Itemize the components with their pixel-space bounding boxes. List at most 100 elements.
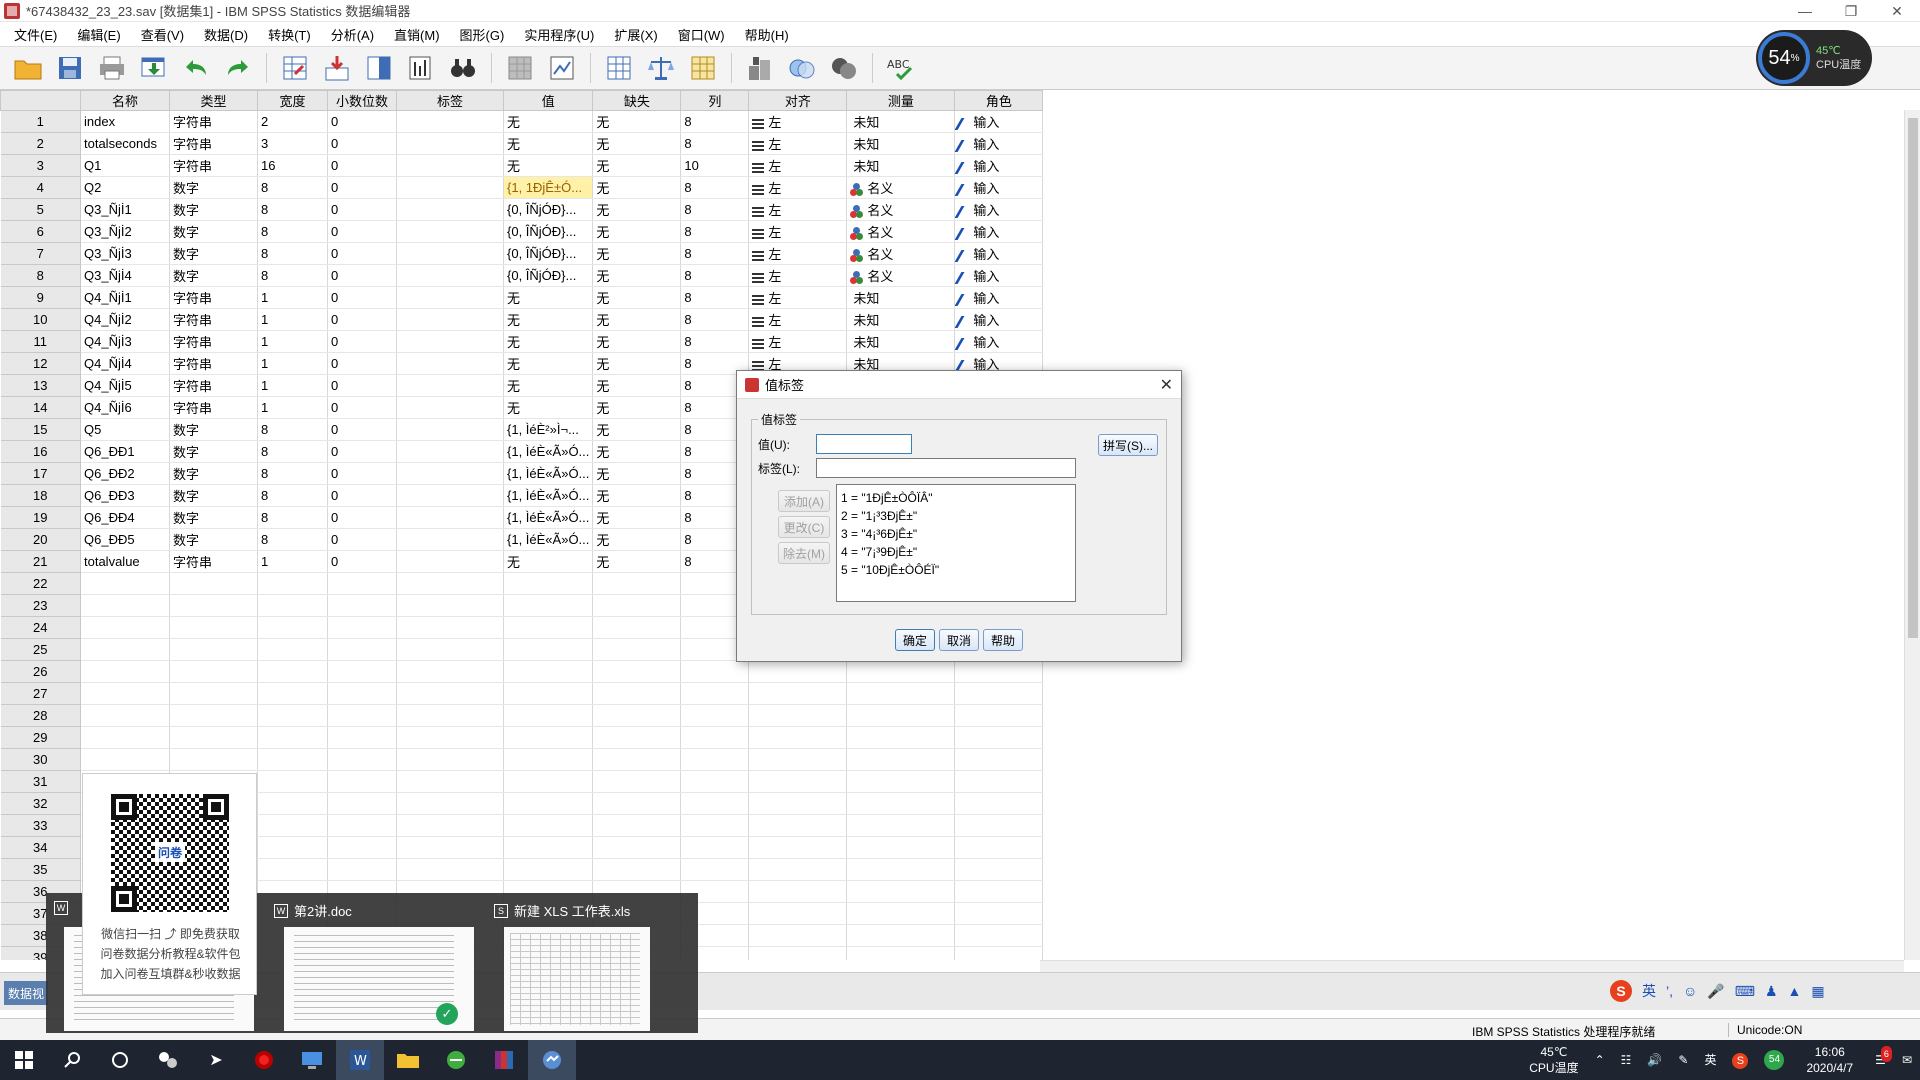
cell-decimals[interactable]: 0 [327, 396, 397, 419]
cell-align[interactable] [748, 858, 848, 881]
cell-name[interactable] [80, 748, 170, 771]
find-icon[interactable] [445, 50, 481, 86]
cell-role[interactable]: 输入 [954, 264, 1044, 287]
cell-role[interactable]: 输入 [954, 110, 1044, 133]
cell-label[interactable] [396, 264, 504, 287]
cell-label[interactable] [396, 308, 504, 331]
cell-measure[interactable] [846, 902, 956, 925]
cell-missing[interactable] [592, 726, 682, 749]
cell-label[interactable] [396, 572, 504, 595]
cell-missing[interactable] [592, 638, 682, 661]
cell-type[interactable]: 数字 [169, 198, 258, 221]
column-header-name[interactable]: 名称 [80, 90, 170, 111]
table-row[interactable]: 1 index 字符串 2 0 无无 8 左未知 输入 [0, 110, 1044, 133]
cell-label[interactable] [396, 660, 504, 683]
cell-columns[interactable]: 8 [680, 264, 750, 287]
cell-missing[interactable] [592, 704, 682, 727]
cell-align[interactable]: 左 [748, 330, 848, 353]
cell-measure[interactable]: 名义 [846, 242, 956, 265]
cell-values[interactable]: 无 [503, 308, 594, 331]
cell-name[interactable]: Q4_Ñjİ4 [80, 352, 170, 375]
value-label-list[interactable]: 1 = "1ÐjÊ±ÒÔÏÂ" 2 = "1¡³3ÐjÊ±" 3 = "4¡³6… [836, 484, 1076, 602]
cell-role[interactable] [954, 748, 1044, 771]
cell-decimals[interactable]: 0 [327, 484, 397, 507]
cell-align[interactable] [748, 902, 848, 925]
cell-type[interactable]: 数字 [169, 528, 258, 551]
print-icon[interactable] [94, 50, 130, 86]
cell-label[interactable] [396, 286, 504, 309]
cell-width[interactable]: 16 [257, 154, 328, 177]
column-header-width[interactable]: 宽度 [257, 90, 328, 111]
goto-case-icon[interactable] [277, 50, 313, 86]
cell-values[interactable]: 无 [503, 286, 594, 309]
minimize-icon[interactable]: — [1782, 0, 1828, 22]
cell-type[interactable]: 数字 [169, 264, 258, 287]
cell-label[interactable] [396, 814, 504, 837]
cell-label[interactable] [396, 550, 504, 573]
cell-decimals[interactable]: 0 [327, 330, 397, 353]
cell-width[interactable]: 8 [257, 264, 328, 287]
cell-type[interactable]: 数字 [169, 506, 258, 529]
remote-desktop-icon[interactable] [288, 1040, 336, 1080]
label-input[interactable] [816, 458, 1076, 478]
cell-align[interactable] [748, 704, 848, 727]
cell-measure[interactable] [846, 924, 956, 947]
cell-columns[interactable] [680, 770, 750, 793]
cell-label[interactable] [396, 132, 504, 155]
cell-align[interactable]: 左 [748, 286, 848, 309]
cell-align[interactable] [748, 924, 848, 947]
cell-values[interactable] [503, 792, 594, 815]
cell-measure[interactable]: 名义 [846, 198, 956, 221]
cell-measure[interactable] [846, 814, 956, 837]
cell-name[interactable] [80, 660, 170, 683]
row-number[interactable]: 26 [0, 660, 81, 683]
cell-type[interactable]: 数字 [169, 418, 258, 441]
cell-role[interactable] [954, 726, 1044, 749]
cell-label[interactable] [396, 770, 504, 793]
cell-name[interactable] [80, 616, 170, 639]
cell-decimals[interactable] [327, 616, 397, 639]
cell-measure[interactable]: 名义 [846, 220, 956, 243]
cell-align[interactable]: 左 [748, 110, 848, 133]
cell-align[interactable] [748, 726, 848, 749]
cell-missing[interactable] [592, 616, 682, 639]
windows-start-icon[interactable] [0, 1040, 48, 1080]
cell-missing[interactable]: 无 [592, 418, 682, 441]
shirt-icon[interactable]: ▲ [1788, 983, 1802, 999]
cell-width[interactable]: 1 [257, 308, 328, 331]
search-icon[interactable] [48, 1040, 96, 1080]
cell-label[interactable] [396, 792, 504, 815]
cell-type[interactable]: 数字 [169, 440, 258, 463]
cell-width[interactable]: 1 [257, 396, 328, 419]
cell-type[interactable] [169, 748, 258, 771]
cell-label[interactable] [396, 198, 504, 221]
cell-values[interactable]: {1, ÌéÈ«Ã»Ó... [503, 528, 594, 551]
cell-width[interactable] [257, 858, 328, 881]
cell-width[interactable]: 8 [257, 198, 328, 221]
cell-align[interactable] [748, 836, 848, 859]
save-icon[interactable] [52, 50, 88, 86]
cell-role[interactable] [954, 902, 1044, 925]
cell-align[interactable]: 左 [748, 198, 848, 221]
cell-align[interactable]: 左 [748, 220, 848, 243]
row-number[interactable]: 6 [0, 220, 81, 243]
cell-width[interactable]: 2 [257, 110, 328, 133]
cell-name[interactable]: Q1 [80, 154, 170, 177]
cell-values[interactable] [503, 616, 594, 639]
menu-analyze[interactable]: 分析(A) [321, 25, 384, 44]
cell-missing[interactable] [592, 660, 682, 683]
row-number[interactable]: 11 [0, 330, 81, 353]
horizontal-scrollbar[interactable] [1040, 960, 1904, 972]
row-number[interactable]: 20 [0, 528, 81, 551]
sogou-tray-icon[interactable]: S [1724, 1052, 1756, 1069]
run-descriptives-icon[interactable] [403, 50, 439, 86]
cell-width[interactable] [257, 704, 328, 727]
thumbnail-xls[interactable]: S 新建 XLS 工作表.xls [486, 893, 696, 1033]
table-row[interactable]: 28 [0, 704, 1044, 727]
cell-type[interactable] [169, 638, 258, 661]
cell-values[interactable] [503, 770, 594, 793]
cell-name[interactable]: Q2 [80, 176, 170, 199]
menu-graphs[interactable]: 图形(G) [450, 25, 515, 44]
cell-missing[interactable]: 无 [592, 286, 682, 309]
file-explorer-icon[interactable] [384, 1040, 432, 1080]
